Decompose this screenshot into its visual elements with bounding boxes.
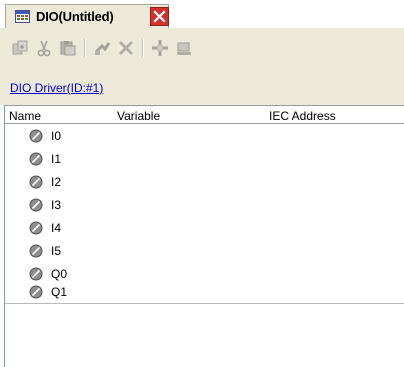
cut-icon[interactable]	[34, 38, 54, 58]
row-name: I3	[51, 198, 62, 212]
editor-header-panel: DIO Driver(ID:#1)	[0, 28, 404, 105]
tab-strip: DIO(Untitled)	[0, 0, 404, 28]
tab-dio[interactable]: DIO(Untitled)	[5, 4, 169, 28]
unassigned-terminal-icon	[29, 244, 43, 258]
table-row[interactable]: I1	[5, 149, 404, 169]
table-row[interactable]: I4	[5, 218, 404, 238]
table-row[interactable]: I3	[5, 195, 404, 215]
column-header-iec-address[interactable]: IEC Address	[269, 109, 336, 123]
table-row[interactable]: I2	[5, 172, 404, 192]
unassigned-terminal-icon	[29, 285, 43, 299]
toolbar-separator	[84, 39, 86, 57]
add-icon[interactable]	[10, 38, 30, 58]
row-name: I4	[51, 221, 62, 235]
row-name: I0	[51, 129, 62, 143]
row-name: Q1	[51, 285, 68, 299]
row-name: Q0	[51, 267, 68, 281]
driver-link[interactable]: DIO Driver(ID:#1)	[10, 81, 103, 95]
row-name: I1	[51, 152, 62, 166]
row-name: I5	[51, 244, 62, 258]
row-name: I2	[51, 175, 62, 189]
table-row[interactable]: I5	[5, 241, 404, 261]
unassigned-terminal-icon	[29, 175, 43, 189]
unassigned-terminal-icon	[29, 129, 43, 143]
tab-title: DIO(Untitled)	[36, 9, 114, 24]
unassigned-terminal-icon	[29, 152, 43, 166]
move-icon[interactable]	[150, 38, 170, 58]
table-bottom-divider	[5, 303, 404, 304]
column-header-variable[interactable]: Variable	[117, 109, 160, 123]
column-header-name[interactable]: Name	[9, 109, 41, 123]
unassigned-terminal-icon	[29, 221, 43, 235]
dio-grid-icon	[15, 10, 30, 23]
unassigned-terminal-icon	[29, 267, 43, 281]
table-header: Name Variable IEC Address	[5, 105, 404, 124]
table-row[interactable]: Q1	[5, 282, 404, 302]
unassigned-terminal-icon	[29, 198, 43, 212]
insert-icon[interactable]	[92, 38, 112, 58]
variable-table: Name Variable IEC Address I0 I1 I2 I3 I4…	[4, 105, 404, 367]
paste-icon[interactable]	[58, 38, 78, 58]
table-row[interactable]: I0	[5, 126, 404, 146]
table-row[interactable]: Q0	[5, 264, 404, 284]
toolbar	[10, 38, 250, 60]
window-icon[interactable]	[174, 38, 194, 58]
close-icon[interactable]	[150, 7, 169, 26]
toolbar-separator	[142, 39, 144, 57]
delete-x-icon[interactable]	[116, 38, 136, 58]
